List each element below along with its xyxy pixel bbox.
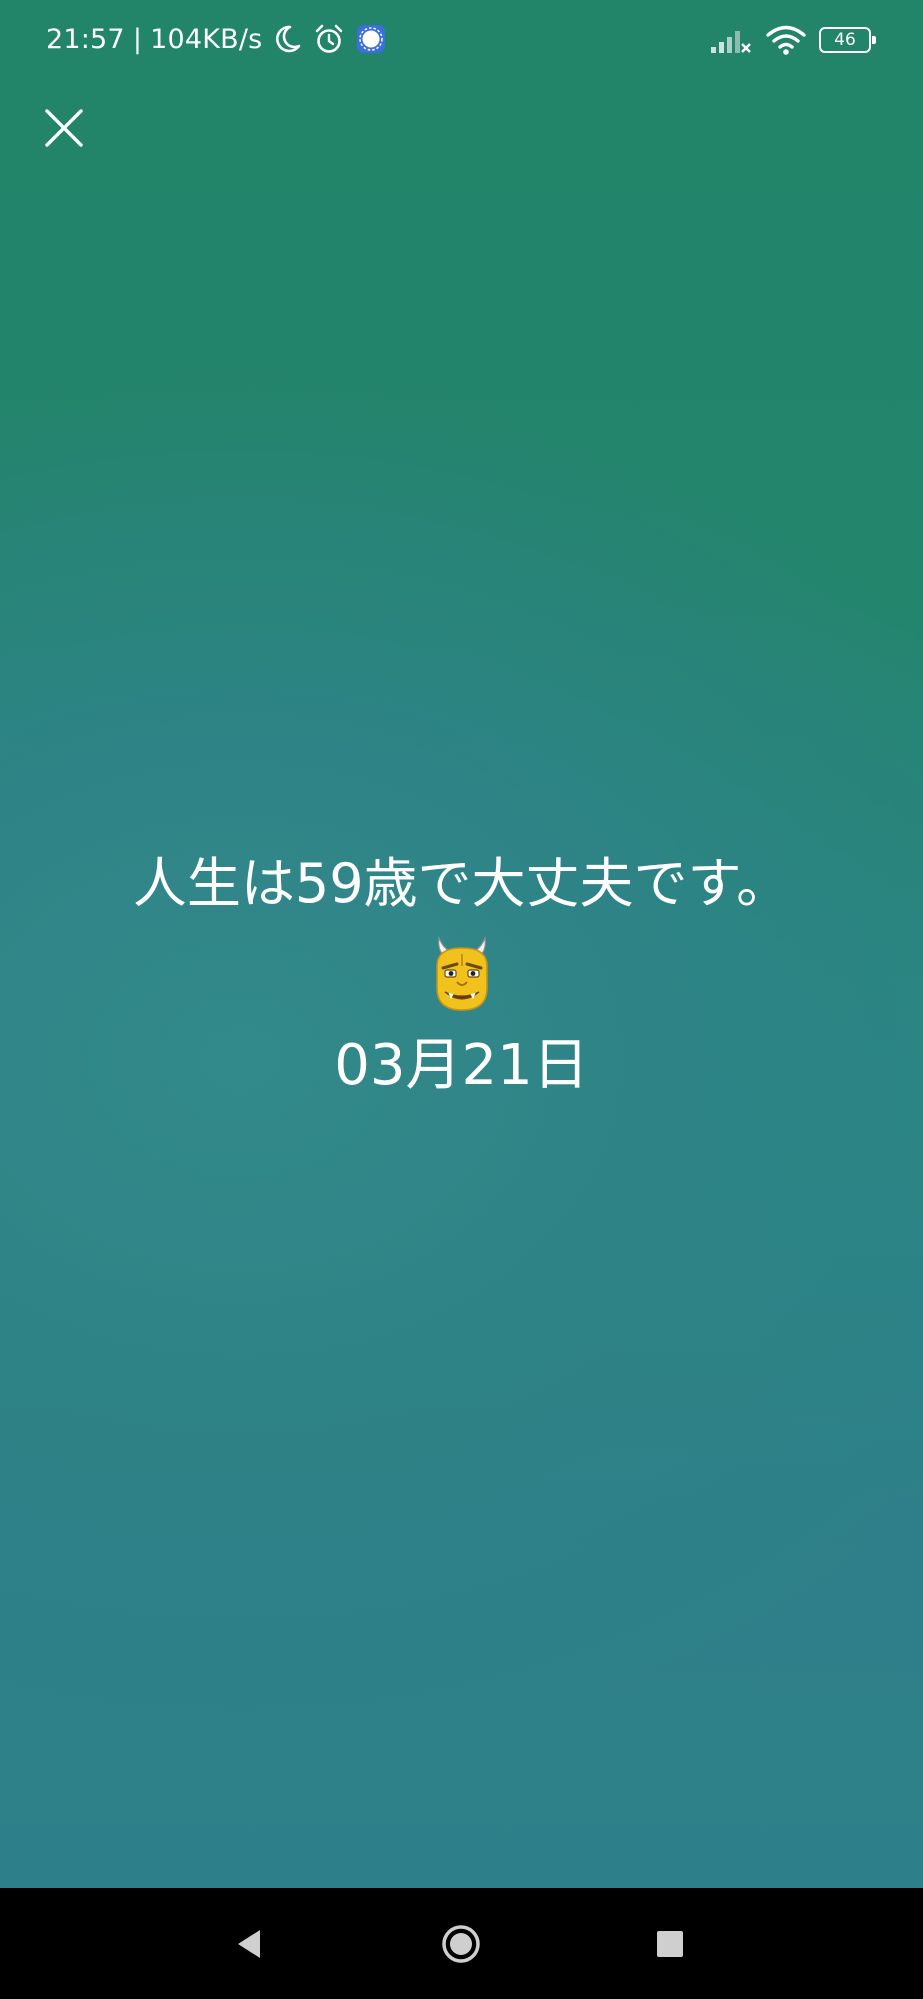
alarm-icon	[316, 24, 343, 53]
screen: 21:57 | 104KB/s 46 人生は59歳で大丈夫です。 03月21日	[0, 0, 923, 1999]
recent-square-icon[interactable]	[648, 1922, 692, 1966]
battery-level: 46	[834, 30, 856, 50]
back-triangle-icon[interactable]	[228, 1922, 272, 1966]
wifi-icon	[766, 25, 806, 55]
message-text: 人生は59歳で大丈夫です。	[132, 852, 791, 915]
close-icon[interactable]	[40, 104, 88, 152]
network-speed: 104KB/s	[150, 23, 263, 55]
status-separator: |	[132, 23, 143, 55]
signal-app-icon	[357, 25, 386, 53]
status-right: 46	[709, 24, 876, 56]
japanese-ogre-icon	[435, 935, 488, 1011]
date-text: 03月21日	[334, 1033, 589, 1098]
status-time: 21:57	[46, 23, 125, 55]
status-bar: 21:57 | 104KB/s 46	[0, 0, 923, 80]
navigation-bar	[0, 1888, 923, 1999]
message-block: 人生は59歳で大丈夫です。 03月21日	[0, 848, 923, 1102]
battery-icon: 46	[819, 27, 876, 53]
moon-icon	[276, 25, 301, 53]
cellular-signal-icon	[711, 31, 751, 53]
status-left: 21:57 | 104KB/s	[46, 22, 388, 56]
home-circle-icon[interactable]	[439, 1922, 483, 1966]
